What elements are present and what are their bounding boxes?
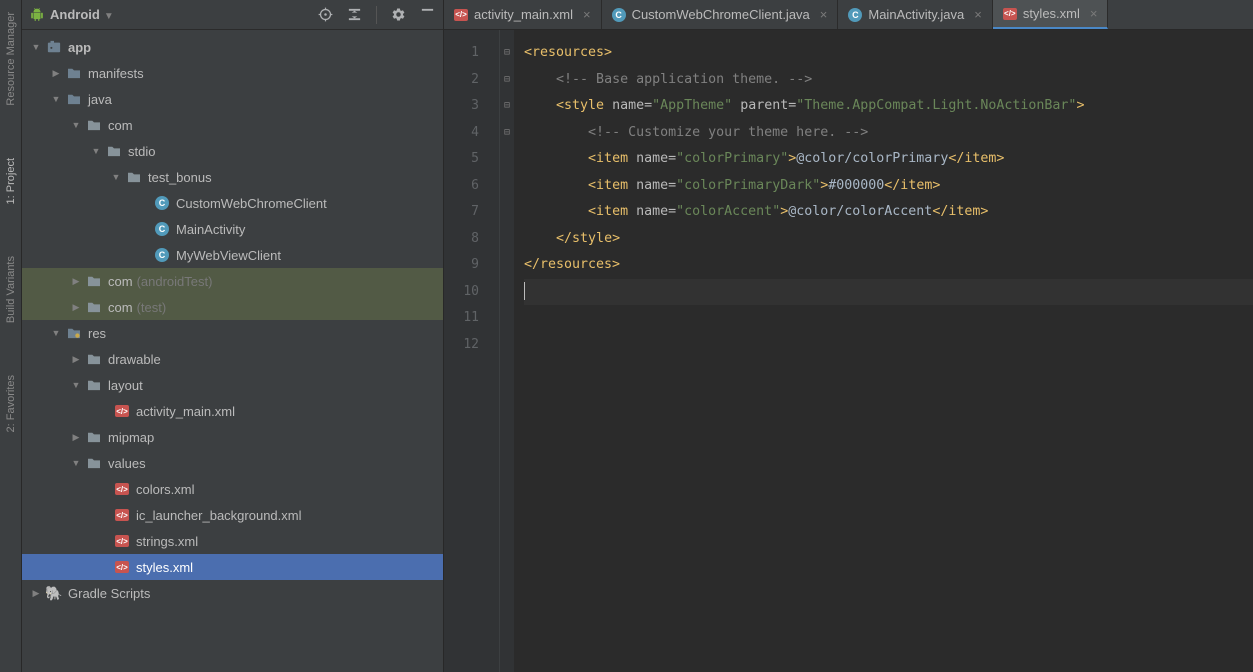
gear-icon[interactable] xyxy=(391,7,406,22)
tree-leaf-mywebviewclient[interactable]: ▶CMyWebViewClient xyxy=(22,242,443,268)
line-gutter: 123456789101112 xyxy=(444,30,500,672)
editor-tabs: </>activity_main.xml× CCustomWebChromeCl… xyxy=(444,0,1253,30)
tree-node-stdio[interactable]: ▼stdio xyxy=(22,138,443,164)
tab-mainactivity[interactable]: CMainActivity.java× xyxy=(838,0,992,29)
tree-leaf-mainactivity[interactable]: ▶CMainActivity xyxy=(22,216,443,242)
tree-node-values[interactable]: ▼values xyxy=(22,450,443,476)
class-icon: C xyxy=(612,8,626,22)
collapse-icon[interactable] xyxy=(347,7,362,22)
tree-leaf-colors[interactable]: ▶</>colors.xml xyxy=(22,476,443,502)
tree-node-java[interactable]: ▼java xyxy=(22,86,443,112)
xml-icon: </> xyxy=(1003,8,1017,20)
tree-leaf-customwebchromeclient[interactable]: ▶CCustomWebChromeClient xyxy=(22,190,443,216)
class-icon: C xyxy=(155,196,169,210)
tree-node-manifests[interactable]: ▶manifests xyxy=(22,60,443,86)
tree-node-layout[interactable]: ▼layout xyxy=(22,372,443,398)
editor-area: </>activity_main.xml× CCustomWebChromeCl… xyxy=(444,0,1253,672)
chevron-down-icon: ▼ xyxy=(104,11,114,22)
tree-leaf-strings[interactable]: ▶</>strings.xml xyxy=(22,528,443,554)
divider xyxy=(376,6,377,24)
tree-leaf-activity-main[interactable]: ▶</>activity_main.xml xyxy=(22,398,443,424)
class-icon: C xyxy=(155,222,169,236)
tree-node-testbonus[interactable]: ▼test_bonus xyxy=(22,164,443,190)
hide-icon[interactable] xyxy=(420,7,435,22)
tree-leaf-ic-launcher-bg[interactable]: ▶</>ic_launcher_background.xml xyxy=(22,502,443,528)
xml-icon: </> xyxy=(115,509,129,521)
tree-node-app[interactable]: ▼app xyxy=(22,34,443,60)
xml-icon: </> xyxy=(115,405,129,417)
tab-styles[interactable]: </>styles.xml× xyxy=(993,0,1109,29)
class-icon: C xyxy=(155,248,169,262)
fold-column[interactable]: ⊟⊟⊟⊟ xyxy=(500,30,514,672)
xml-icon: </> xyxy=(115,483,129,495)
tab-customwebchromeclient[interactable]: CCustomWebChromeClient.java× xyxy=(602,0,839,29)
xml-icon: </> xyxy=(115,535,129,547)
tree-node-com-test[interactable]: ▶com(test) xyxy=(22,294,443,320)
rail-tab-resource-manager[interactable]: Resource Manager xyxy=(3,6,19,112)
rail-tab-build-variants[interactable]: Build Variants xyxy=(3,250,19,329)
tree-node-res[interactable]: ▼res xyxy=(22,320,443,346)
rail-tab-project[interactable]: 1: Project xyxy=(3,152,19,210)
sidebar-view-selector[interactable]: Android▼ xyxy=(50,7,312,22)
close-icon[interactable]: × xyxy=(583,7,591,22)
tab-activity-main[interactable]: </>activity_main.xml× xyxy=(444,0,602,29)
tree-leaf-styles[interactable]: ▶</>styles.xml xyxy=(22,554,443,580)
project-tree[interactable]: ▼app ▶manifests ▼java ▼com ▼stdio ▼test_… xyxy=(22,30,443,672)
xml-icon: </> xyxy=(454,9,468,21)
tree-node-drawable[interactable]: ▶drawable xyxy=(22,346,443,372)
android-icon xyxy=(30,8,44,22)
code-content[interactable]: <resources> <!-- Base application theme.… xyxy=(514,30,1253,672)
close-icon[interactable]: × xyxy=(1090,6,1098,21)
editor-body[interactable]: 123456789101112 ⊟⊟⊟⊟ <resources> <!-- Ba… xyxy=(444,30,1253,672)
tree-node-com-androidtest[interactable]: ▶com(androidTest) xyxy=(22,268,443,294)
tree-node-mipmap[interactable]: ▶mipmap xyxy=(22,424,443,450)
gradle-icon: 🐘 xyxy=(46,585,62,601)
xml-icon: </> xyxy=(115,561,129,573)
rail-tab-favorites[interactable]: 2: Favorites xyxy=(3,369,19,438)
project-sidebar: Android▼ ▼app ▶manifests ▼java ▼com ▼std… xyxy=(22,0,444,672)
tree-node-gradle-scripts[interactable]: ▶🐘Gradle Scripts xyxy=(22,580,443,606)
sidebar-header: Android▼ xyxy=(22,0,443,30)
close-icon[interactable]: × xyxy=(820,7,828,22)
class-icon: C xyxy=(848,8,862,22)
tree-node-com[interactable]: ▼com xyxy=(22,112,443,138)
close-icon[interactable]: × xyxy=(974,7,982,22)
tool-window-rail: Resource Manager 1: Project Build Varian… xyxy=(0,0,22,672)
target-icon[interactable] xyxy=(318,7,333,22)
